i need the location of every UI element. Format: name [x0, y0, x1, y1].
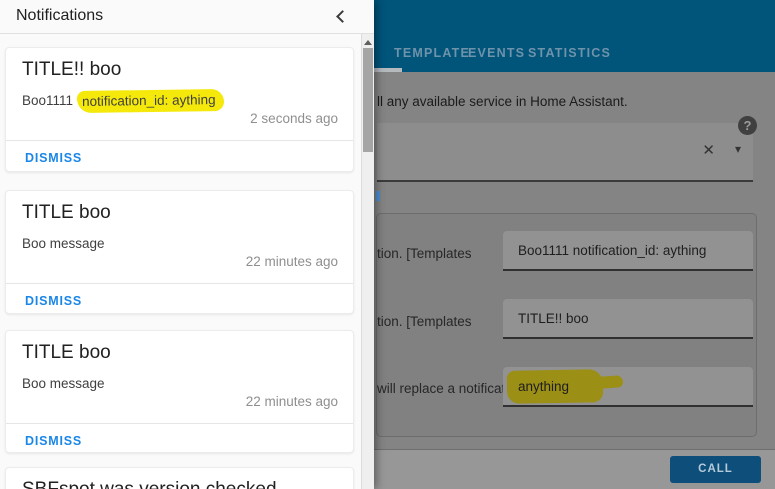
service-link-fragment: [376, 191, 380, 201]
footer-bar: CALL SERVICE: [374, 450, 775, 489]
notification-title: TITLE!! boo: [22, 59, 122, 80]
notification-card: TITLE boo Boo message 22 minutes ago DIS…: [5, 190, 354, 314]
dismiss-button[interactable]: DISMISS: [25, 434, 82, 448]
help-icon[interactable]: ?: [738, 116, 757, 135]
tab-events[interactable]: EVENTS: [468, 46, 525, 60]
services-page: TEMPLATE EVENTS STATISTICS ll any availa…: [374, 0, 775, 489]
collapse-drawer-button[interactable]: [336, 9, 349, 23]
notification-card: SBFspot was version checked: [5, 467, 354, 489]
services-intro-text: ll any available service in Home Assista…: [377, 94, 628, 109]
service-combobox[interactable]: ✕ ▾: [377, 123, 753, 182]
chevron-left-icon: [336, 10, 349, 23]
yellow-highlight: notification_id: aything: [76, 88, 224, 114]
tab-statistics[interactable]: STATISTICS: [528, 46, 611, 60]
scroll-up-icon[interactable]: [364, 40, 372, 45]
tab-template[interactable]: TEMPLATE: [394, 46, 470, 60]
scrollbar[interactable]: [361, 34, 374, 489]
title-input[interactable]: TITLE!! boo: [503, 299, 753, 339]
chevron-down-icon[interactable]: ▾: [735, 142, 741, 156]
notification-title: SBFspot was version checked: [22, 479, 277, 489]
card-divider: [6, 423, 353, 424]
notification-title: TITLE boo: [22, 202, 111, 223]
active-tab-indicator: [374, 68, 402, 72]
highlight-marker-tail: [596, 375, 624, 389]
screen: TEMPLATE EVENTS STATISTICS ll any availa…: [0, 0, 775, 489]
field-label-message: tion. [Templates: [377, 246, 472, 261]
message-input[interactable]: Boo1111 notification_id: aything: [503, 231, 753, 271]
notifications-list: TITLE!! boo Boo1111 notification_id: ayt…: [0, 34, 361, 489]
notification-message: Boo message: [22, 236, 105, 251]
notification-timestamp: 2 seconds ago: [250, 111, 338, 126]
drawer-title: Notifications: [16, 7, 104, 24]
notifications-drawer: Notifications TITLE!! boo Boo1111 notifi…: [0, 0, 374, 489]
field-label-notification-id: will replace a notification: [377, 381, 524, 396]
notification-id-input[interactable]: anything: [503, 367, 753, 407]
notification-id-input-value: anything: [518, 379, 570, 394]
card-divider: [6, 283, 353, 284]
dismiss-button[interactable]: DISMISS: [25, 294, 82, 308]
notification-message: Boo1111 notification_id: aything: [22, 88, 224, 114]
notification-card: TITLE boo Boo message 22 minutes ago DIS…: [5, 330, 354, 453]
notification-title: TITLE boo: [22, 342, 111, 363]
notification-timestamp: 22 minutes ago: [245, 254, 338, 269]
card-divider: [6, 140, 353, 141]
drawer-header: Notifications: [0, 0, 374, 34]
field-label-title: tion. [Templates: [377, 314, 472, 329]
clear-icon[interactable]: ✕: [702, 141, 715, 159]
notification-message: Boo message: [22, 376, 105, 391]
notification-card: TITLE!! boo Boo1111 notification_id: ayt…: [5, 47, 354, 172]
call-service-button[interactable]: CALL SERVICE: [670, 456, 761, 483]
message-input-value: Boo1111 notification_id: aything: [518, 243, 707, 258]
dismiss-button[interactable]: DISMISS: [25, 151, 82, 165]
notification-timestamp: 22 minutes ago: [245, 394, 338, 409]
message-prefix: Boo1111: [22, 93, 77, 108]
scrollbar-thumb[interactable]: [363, 48, 373, 152]
app-header-bar: TEMPLATE EVENTS STATISTICS: [374, 0, 775, 72]
title-input-value: TITLE!! boo: [518, 311, 589, 326]
